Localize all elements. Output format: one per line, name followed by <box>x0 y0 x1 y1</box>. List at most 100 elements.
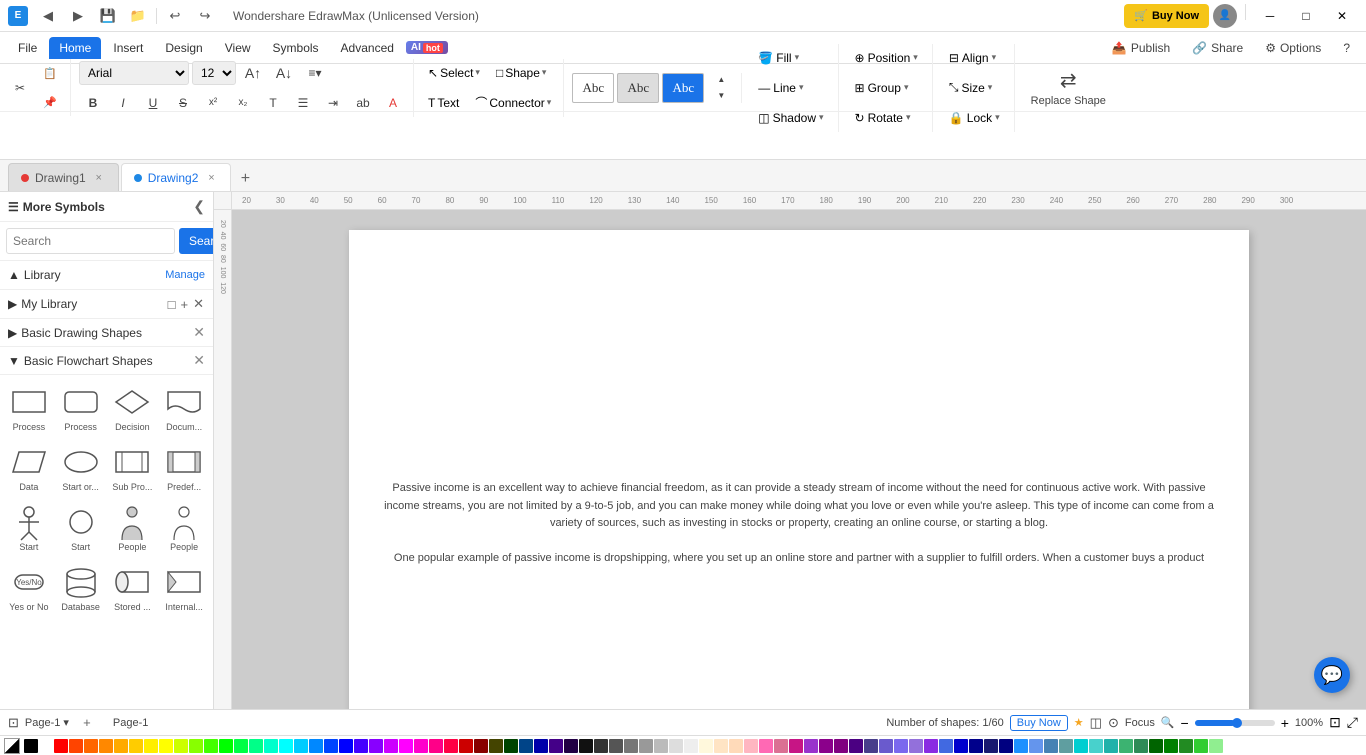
color-swatch[interactable] <box>159 739 173 753</box>
shape-yes-no[interactable]: Yes/No Yes or No <box>4 559 54 617</box>
shape-document[interactable]: Docum... <box>159 379 209 437</box>
tab-drawing2[interactable]: Drawing2 × <box>121 163 232 191</box>
layers-icon[interactable]: ◫ <box>1090 715 1102 731</box>
menu-home[interactable]: Home <box>49 37 101 59</box>
font-color-btn[interactable]: A <box>379 89 407 117</box>
color-swatch[interactable] <box>54 739 68 753</box>
style-scroll-down[interactable]: ▼ <box>707 89 735 103</box>
color-swatch[interactable] <box>69 739 83 753</box>
my-library-export-btn[interactable]: □ <box>167 295 177 313</box>
color-swatch[interactable] <box>609 739 623 753</box>
color-swatch[interactable] <box>789 739 803 753</box>
color-swatch[interactable] <box>894 739 908 753</box>
color-swatch[interactable] <box>294 739 308 753</box>
color-swatch[interactable] <box>774 739 788 753</box>
paste-btn[interactable]: 📌 <box>36 88 64 116</box>
list-btn[interactable]: ☰ <box>289 89 317 117</box>
shape-start-circle[interactable]: Start <box>56 499 106 557</box>
publish-btn[interactable]: 📤 Publish <box>1104 38 1178 58</box>
shape-predefined[interactable]: Predef... <box>159 439 209 497</box>
color-swatch[interactable] <box>1029 739 1043 753</box>
color-swatch[interactable] <box>999 739 1013 753</box>
color-swatch[interactable] <box>1014 739 1028 753</box>
indent-btn[interactable]: ⇥ <box>319 89 347 117</box>
style-scroll-up[interactable]: ▲ <box>707 73 735 87</box>
color-swatch[interactable] <box>129 739 143 753</box>
basic-flowchart-shapes-header[interactable]: ▼ Basic Flowchart Shapes ✕ <box>0 347 213 375</box>
color-swatch[interactable] <box>384 739 398 753</box>
color-swatch[interactable] <box>744 739 758 753</box>
color-swatch[interactable] <box>1179 739 1193 753</box>
shape-process-1[interactable]: Process <box>4 379 54 437</box>
shape-style-1[interactable]: Abc <box>572 73 614 103</box>
color-swatch[interactable] <box>684 739 698 753</box>
color-swatch[interactable] <box>924 739 938 753</box>
shape-internal[interactable]: Internal... <box>159 559 209 617</box>
menu-insert[interactable]: Insert <box>103 37 153 59</box>
shape-start-oval[interactable]: Start or... <box>56 439 106 497</box>
color-swatch[interactable] <box>654 739 668 753</box>
options-btn[interactable]: ⚙ Options <box>1257 38 1329 58</box>
color-swatch[interactable] <box>804 739 818 753</box>
library-header[interactable]: ▲ Library Manage <box>8 265 205 285</box>
tab-drawing1-close[interactable]: × <box>92 171 106 185</box>
color-swatch[interactable] <box>234 739 248 753</box>
group-btn[interactable]: ⊞ Group ▾ <box>847 74 926 102</box>
shape-tool-btn[interactable]: □ Shape ▾ <box>490 59 552 87</box>
select-tool-btn[interactable]: ↖ Select ▾ <box>422 59 486 87</box>
manage-btn[interactable]: Manage <box>165 269 205 281</box>
color-swatch[interactable] <box>759 739 773 753</box>
my-library-section[interactable]: ▶ My Library □ + ✕ <box>0 290 213 319</box>
underline-btn[interactable]: U <box>139 89 167 117</box>
menu-view[interactable]: View <box>215 37 261 59</box>
decrease-font-btn[interactable]: A↓ <box>270 59 298 87</box>
color-swatch[interactable] <box>699 739 713 753</box>
color-swatch[interactable] <box>534 739 548 753</box>
help-btn[interactable]: ? <box>1335 38 1358 58</box>
menu-file[interactable]: File <box>8 37 47 59</box>
share-btn[interactable]: 🔗 Share <box>1184 38 1251 58</box>
color-swatch[interactable] <box>729 739 743 753</box>
shape-database[interactable]: Database <box>56 559 106 617</box>
color-swatch[interactable] <box>1059 739 1073 753</box>
color-swatch[interactable] <box>639 739 653 753</box>
close-btn[interactable]: ✕ <box>1326 4 1358 28</box>
focus-icon[interactable]: ⊙ <box>1108 715 1119 731</box>
color-swatch[interactable] <box>249 739 263 753</box>
bold-btn[interactable]: B <box>79 89 107 117</box>
font-size-select[interactable]: 12 <box>192 61 236 85</box>
color-swatch[interactable] <box>339 739 353 753</box>
shape-start-person[interactable]: Start <box>4 499 54 557</box>
color-swatch[interactable] <box>819 739 833 753</box>
tab-drawing1[interactable]: Drawing1 × <box>8 163 119 191</box>
rotate-btn[interactable]: ↻ Rotate ▾ <box>847 104 926 132</box>
my-library-add-btn[interactable]: + <box>180 295 190 313</box>
color-swatch[interactable] <box>1164 739 1178 753</box>
color-swatch[interactable] <box>369 739 383 753</box>
status-buy-now-btn[interactable]: Buy Now <box>1010 715 1068 731</box>
color-swatch[interactable] <box>24 739 38 753</box>
color-swatch[interactable] <box>1209 739 1223 753</box>
text-dir-btn[interactable]: T <box>259 89 287 117</box>
color-swatch[interactable] <box>549 739 563 753</box>
color-swatch[interactable] <box>114 739 128 753</box>
color-swatch[interactable] <box>669 739 683 753</box>
color-swatch[interactable] <box>519 739 533 753</box>
color-swatch[interactable] <box>1044 739 1058 753</box>
forward-btn[interactable]: ▶ <box>64 5 92 27</box>
align-btn[interactable]: ≡▾ <box>301 59 329 87</box>
size-btn[interactable]: ⤡ Size ▾ <box>941 74 1008 102</box>
tab-drawing2-close[interactable]: × <box>204 171 218 185</box>
sidebar-collapse-btn[interactable]: ❮ <box>193 198 205 215</box>
color-swatch[interactable] <box>264 739 278 753</box>
highlight-btn[interactable]: ab <box>349 89 377 117</box>
color-swatch[interactable] <box>324 739 338 753</box>
replace-shape-btn[interactable]: ⇄ Replace Shape <box>1027 58 1110 118</box>
search-input[interactable] <box>6 228 175 254</box>
color-swatch[interactable] <box>984 739 998 753</box>
color-swatch[interactable] <box>594 739 608 753</box>
color-swatch[interactable] <box>564 739 578 753</box>
page-dropdown-arrow[interactable]: ▾ <box>63 716 69 729</box>
shape-subprocess[interactable]: Sub Pro... <box>108 439 158 497</box>
connector-tool-btn[interactable]: ⌒ Connector ▾ <box>469 89 557 117</box>
